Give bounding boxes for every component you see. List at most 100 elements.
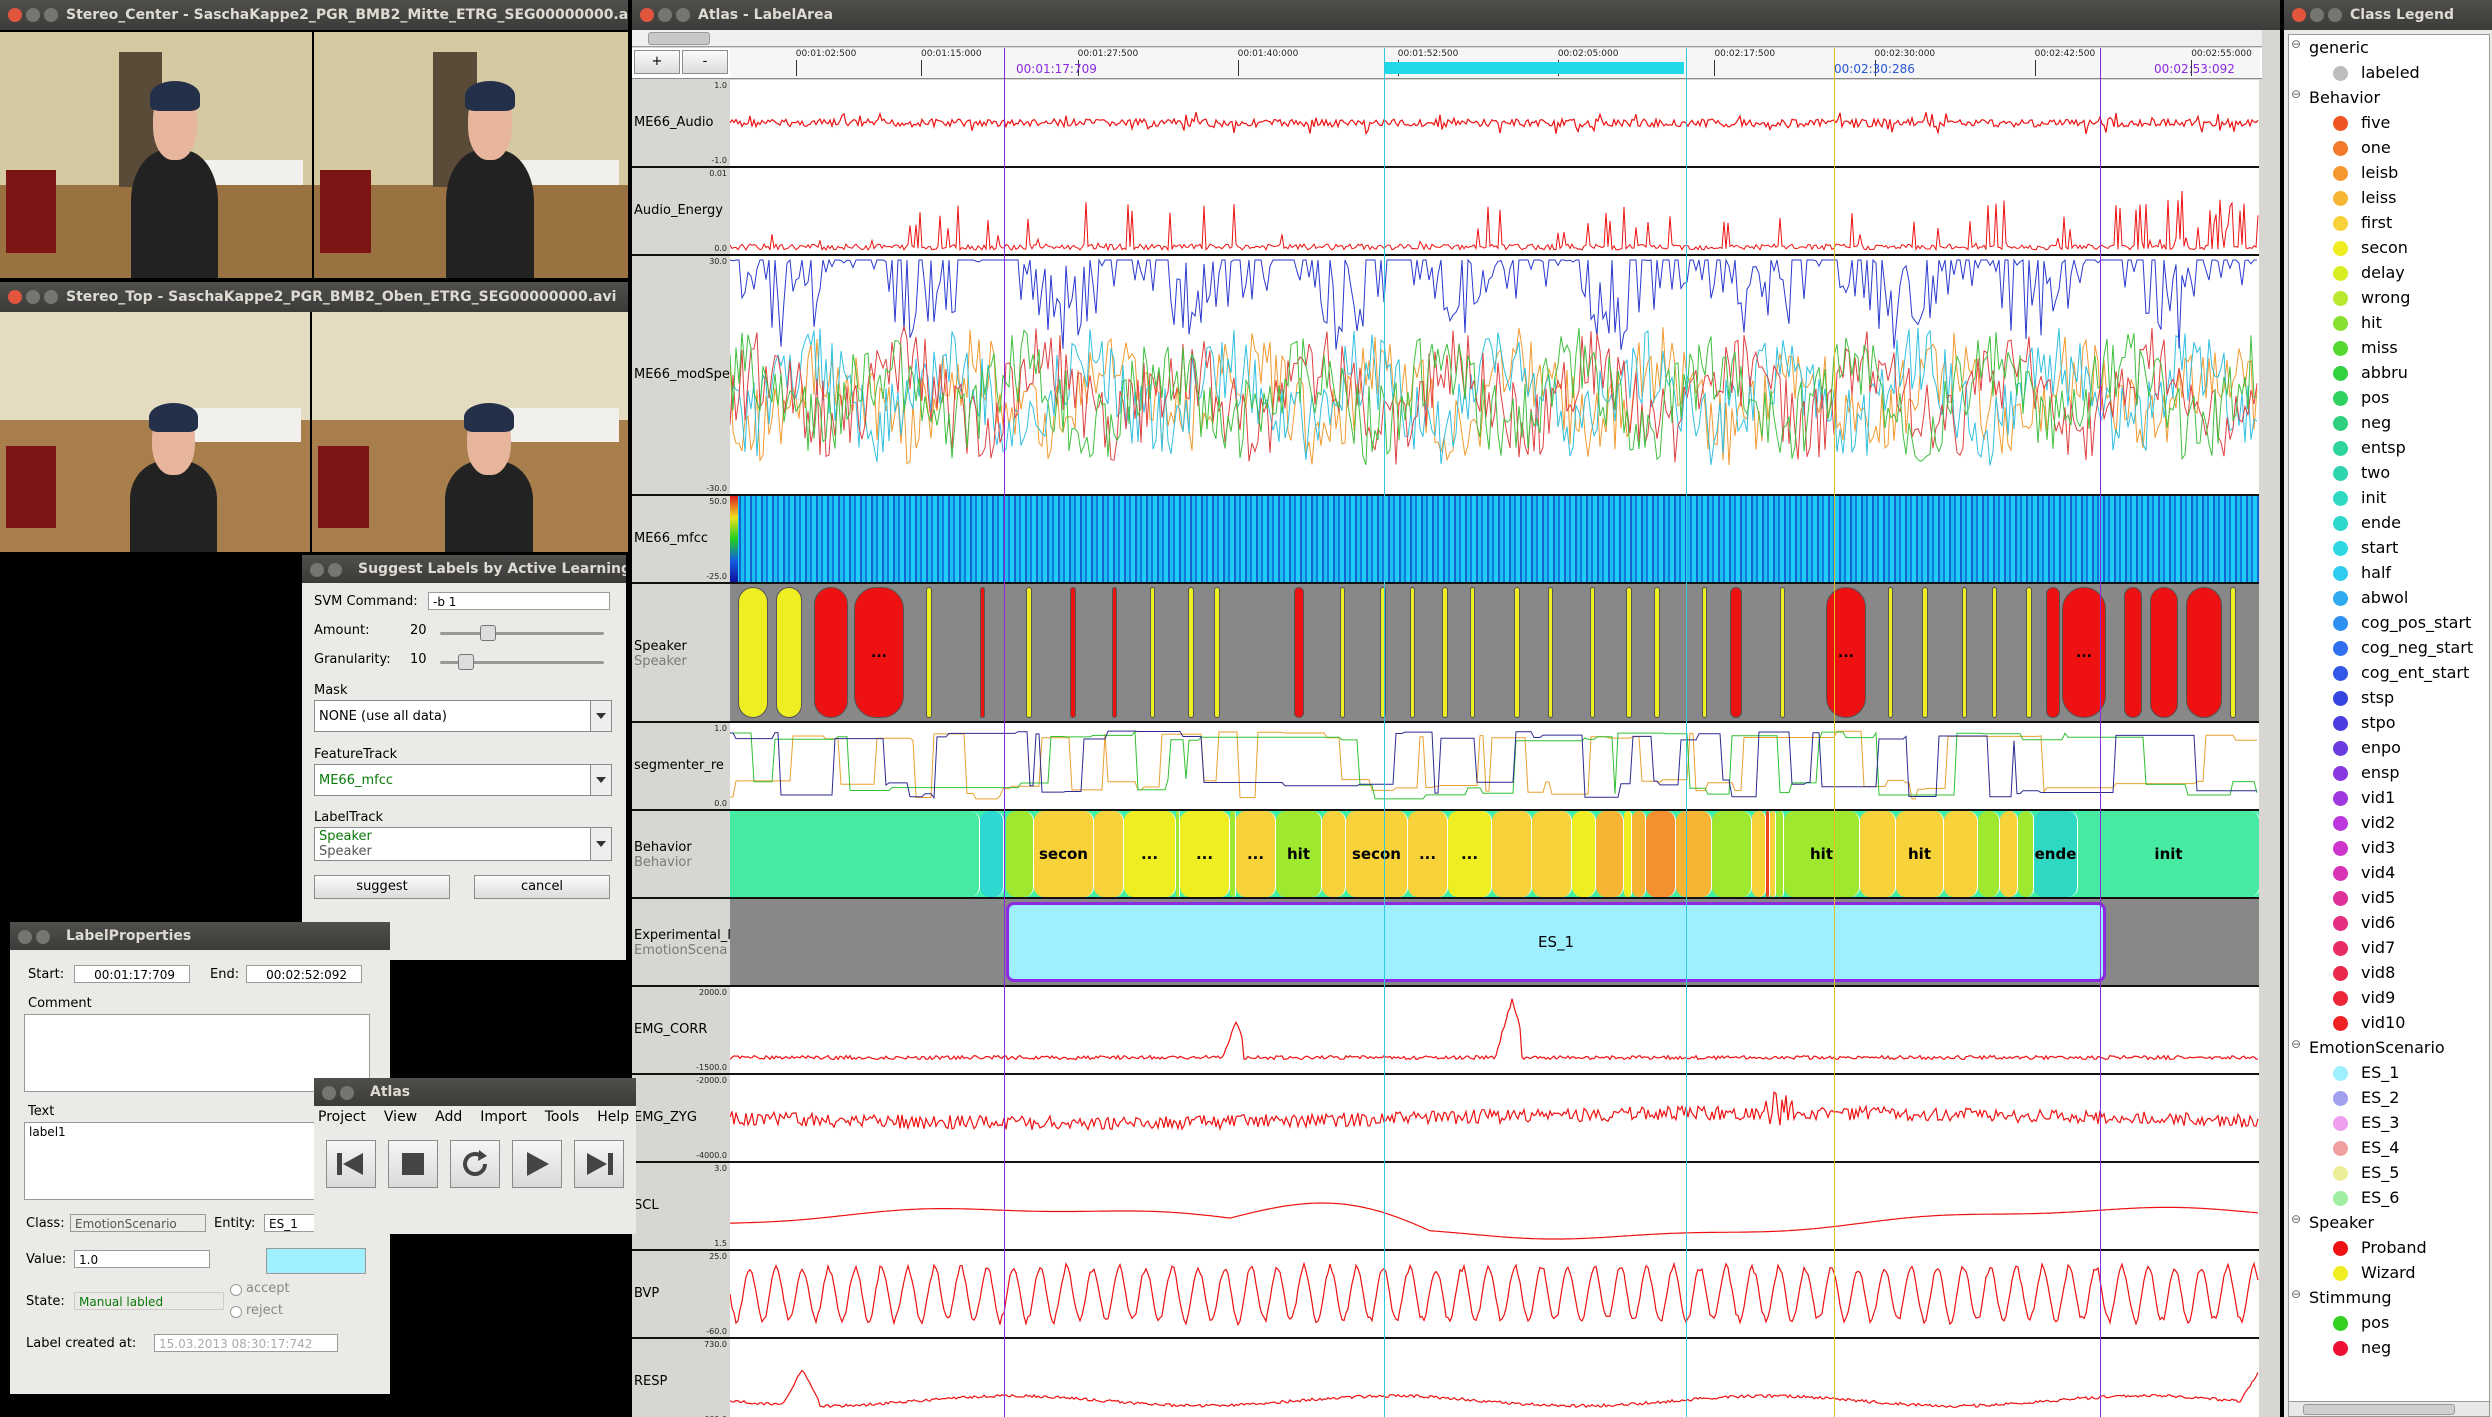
menu-help[interactable]: Help bbox=[597, 1109, 629, 1129]
speaker-segment[interactable]: ... bbox=[1826, 587, 1866, 718]
track-plot-area[interactable] bbox=[730, 1075, 2259, 1161]
behavior-segment[interactable] bbox=[1572, 811, 1596, 897]
speaker-segment[interactable] bbox=[1992, 587, 1997, 718]
speaker-segment[interactable] bbox=[1380, 587, 1386, 718]
behavior-segment[interactable] bbox=[1094, 811, 1124, 897]
behavior-segment[interactable] bbox=[1944, 811, 1978, 897]
behavior-segment[interactable] bbox=[2000, 811, 2018, 897]
behavior-segment[interactable]: hit bbox=[1784, 811, 1860, 897]
minimize-icon[interactable] bbox=[26, 8, 40, 22]
behavior-segment[interactable]: hit bbox=[1896, 811, 1944, 897]
labeltrack-select[interactable]: Speaker Speaker bbox=[314, 827, 612, 861]
tree-toggle-icon[interactable]: ⊖ bbox=[2291, 1287, 2301, 1301]
speaker-segment[interactable] bbox=[2150, 587, 2178, 718]
speaker-segment[interactable] bbox=[738, 587, 768, 718]
track-emg-zyg[interactable]: EMG_ZYG -2000.0 -4000.0 bbox=[632, 1075, 2259, 1163]
behavior-segment[interactable]: init bbox=[2078, 811, 2259, 897]
timeline-ruler[interactable]: 00:01:02:500 00:01:15:000 00:01:27:500 00:0… bbox=[730, 48, 2260, 78]
suggest-button[interactable]: suggest bbox=[314, 875, 450, 899]
track-label-panel[interactable]: RESP730.0660.0 bbox=[632, 1339, 730, 1417]
track-plot-area[interactable]: ......... bbox=[730, 584, 2259, 721]
behavior-segment[interactable] bbox=[1322, 811, 1346, 897]
behavior-segment[interactable] bbox=[1860, 811, 1896, 897]
speaker-segment[interactable] bbox=[1340, 587, 1345, 718]
track-plot-area[interactable] bbox=[730, 987, 2259, 1073]
loop-button[interactable] bbox=[450, 1140, 500, 1188]
behavior-segment[interactable]: ... bbox=[1180, 811, 1230, 897]
track-plot-area[interactable]: secon......... hit secon...... hit hit ende in… bbox=[730, 811, 2259, 897]
speaker-segment[interactable] bbox=[1070, 587, 1076, 718]
reject-radio[interactable] bbox=[230, 1306, 242, 1318]
speaker-segment[interactable] bbox=[1702, 587, 1707, 718]
granularity-slider-knob[interactable] bbox=[458, 654, 474, 670]
track-plot-area[interactable] bbox=[730, 723, 2259, 809]
close-icon[interactable] bbox=[18, 930, 32, 944]
class-legend-titlebar[interactable]: Class Legend bbox=[2284, 0, 2492, 30]
speaker-segment[interactable]: ... bbox=[2062, 587, 2106, 718]
track-experimental-i[interactable]: Experimental_I EmotionScena ES_1 bbox=[632, 899, 2259, 987]
scrollbar-thumb[interactable] bbox=[648, 32, 710, 45]
speaker-segment[interactable] bbox=[1442, 587, 1448, 718]
minimize-icon[interactable] bbox=[36, 930, 50, 944]
speaker-segment[interactable] bbox=[1188, 587, 1194, 718]
behavior-segment[interactable] bbox=[1532, 811, 1572, 897]
behavior-segment[interactable] bbox=[1752, 811, 1766, 897]
track-plot-area[interactable] bbox=[730, 1163, 2259, 1249]
behavior-segment[interactable]: secon bbox=[1346, 811, 1408, 897]
behavior-segment[interactable] bbox=[2018, 811, 2034, 897]
behavior-segment[interactable] bbox=[1776, 811, 1784, 897]
label-area-titlebar[interactable]: Atlas - LabelArea bbox=[632, 0, 2280, 30]
minimize-icon[interactable] bbox=[26, 290, 40, 304]
label-properties-titlebar[interactable]: LabelProperties bbox=[10, 922, 390, 950]
speaker-segment[interactable] bbox=[1590, 587, 1595, 718]
speaker-segment[interactable] bbox=[2124, 587, 2142, 718]
maximize-icon[interactable] bbox=[44, 290, 58, 304]
speaker-segment[interactable] bbox=[1514, 587, 1520, 718]
svm-command-input[interactable]: -b 1 bbox=[428, 592, 610, 610]
track-label-panel[interactable]: ME66_mfcc 50.0 -25.0 bbox=[632, 496, 730, 582]
speaker-segment[interactable] bbox=[1626, 587, 1632, 718]
video-top-titlebar[interactable]: Stereo_Top - SaschaKappe2_PGR_BMB2_Oben_… bbox=[0, 282, 628, 312]
atlas-player-titlebar[interactable]: Atlas bbox=[314, 1078, 636, 1106]
track-label-panel[interactable]: BVP 25.0 -60.0 bbox=[632, 1251, 730, 1337]
speaker-segment[interactable] bbox=[2026, 587, 2032, 718]
speaker-segment[interactable] bbox=[1548, 587, 1553, 718]
speaker-segment[interactable] bbox=[1730, 587, 1742, 718]
speaker-segment[interactable] bbox=[2186, 587, 2222, 718]
track-me66-modspe[interactable]: ME66_modSpe 30.0 -30.0 bbox=[632, 256, 2259, 496]
mask-select[interactable]: NONE (use all data) bbox=[314, 700, 612, 732]
track-label-panel[interactable]: ME66_Audio 1.0 -1.0 bbox=[632, 80, 730, 166]
speaker-segment[interactable] bbox=[814, 587, 848, 718]
zoom-out-button[interactable]: - bbox=[682, 50, 728, 74]
track-scl[interactable]: SCL 3.0 1.5 bbox=[632, 1163, 2259, 1251]
behavior-segment[interactable] bbox=[1624, 811, 1632, 897]
track-label-panel[interactable]: EMG_ZYG -2000.0 -4000.0 bbox=[632, 1075, 730, 1161]
behavior-segment[interactable] bbox=[730, 811, 980, 897]
tree-toggle-icon[interactable]: ⊖ bbox=[2291, 37, 2301, 51]
track-speaker[interactable]: Speaker Speaker......... bbox=[632, 584, 2259, 723]
behavior-segment[interactable]: secon bbox=[1034, 811, 1094, 897]
play-button[interactable] bbox=[512, 1140, 562, 1188]
skip-back-button[interactable] bbox=[326, 1140, 376, 1188]
speaker-segment[interactable] bbox=[1780, 587, 1785, 718]
speaker-segment[interactable] bbox=[980, 587, 985, 718]
menu-import[interactable]: Import bbox=[480, 1109, 526, 1129]
behavior-segment[interactable] bbox=[1646, 811, 1676, 897]
track-audio-energy[interactable]: Audio_Energy 0.01 0.0 bbox=[632, 168, 2259, 256]
class-input[interactable]: EmotionScenario bbox=[70, 1214, 206, 1232]
menu-view[interactable]: View bbox=[384, 1109, 417, 1129]
track-plot-area[interactable] bbox=[730, 256, 2259, 494]
chevron-down-icon[interactable] bbox=[590, 765, 611, 795]
suggest-titlebar[interactable]: Suggest Labels by Active Learning bbox=[302, 555, 626, 583]
behavior-segment[interactable] bbox=[1596, 811, 1624, 897]
close-icon[interactable] bbox=[2292, 8, 2306, 22]
track-label-panel[interactable]: EMG_CORR 2000.0 -1500.0 bbox=[632, 987, 730, 1073]
behavior-segment[interactable]: ... bbox=[1408, 811, 1448, 897]
minimize-icon[interactable] bbox=[2310, 8, 2324, 22]
close-icon[interactable] bbox=[310, 563, 324, 577]
speaker-segment[interactable] bbox=[1962, 587, 1967, 718]
behavior-segment[interactable] bbox=[1006, 811, 1034, 897]
granularity-slider[interactable] bbox=[440, 654, 604, 670]
track-resp[interactable]: RESP730.0660.0 bbox=[632, 1339, 2259, 1417]
speaker-segment[interactable] bbox=[1654, 587, 1660, 718]
